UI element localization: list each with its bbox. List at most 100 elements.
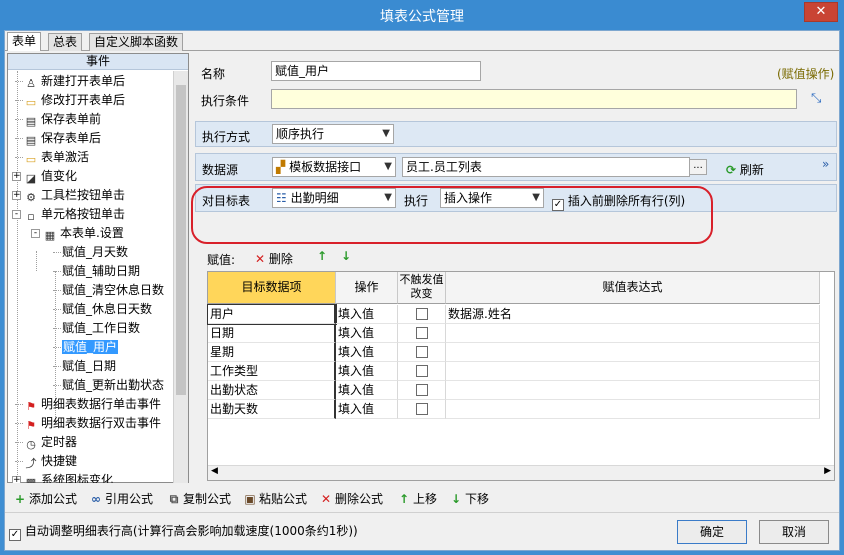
move-down-button[interactable]: ↓ 下移 [449,490,489,507]
grid-cell-expression[interactable] [446,381,820,400]
tree-item[interactable]: 赋值_用户 [62,338,119,357]
copy-formula-label: 复制公式 [183,492,232,506]
tree-item[interactable]: ▩ 系统图标变化 [24,471,113,483]
grid-cell-expression[interactable] [446,324,820,343]
assign-delete-button[interactable]: ✕ 删除 [255,250,293,267]
refresh-button[interactable]: ⟳ 刷新 [726,161,764,178]
grid-horizontal-scrollbar[interactable]: ◀ ▶ [208,465,834,480]
scroll-right-icon[interactable]: ▶ [824,466,831,476]
data-source-panel: 数据源 ▞ 模板数据接口 ▼ 员工.员工列表 ... ⟳ 刷新 » [195,153,837,181]
grid-cell-no-trigger[interactable] [398,362,446,381]
tree-item[interactable]: ▭ 表单激活 [24,148,89,167]
system-icon: ▩ [25,476,37,483]
ok-button[interactable]: 确定 [677,520,747,544]
cell-icon: ▫ [27,210,35,223]
arrow-up-icon: ↑ [398,492,410,506]
tree-item-label: 赋值_辅助日期 [62,264,141,278]
tab-custom-script[interactable]: 自定义脚本函数 [89,33,184,51]
grid-cell-expression[interactable] [446,343,820,362]
tree-expander-icon[interactable]: + [12,191,21,200]
value-change-icon: ◪ [25,172,37,185]
checkbox-unchecked-icon[interactable] [415,403,428,415]
grid-cell-operation[interactable]: 填入值 [336,305,398,324]
grid-cell-operation[interactable]: 填入值 [336,400,398,419]
grid-cell-operation[interactable]: 填入值 [336,343,398,362]
events-panel: 事件 ♙ 新建打开表单后 ▭ 修改打开表单后 ▤ 保存表单前 ▤ 保存表单后 ▭ 表单激活 + ◪ 值变… [7,53,189,483]
source-browse-button[interactable]: ... [689,159,707,175]
tree-expander-icon[interactable]: + [12,172,21,181]
collapse-icon[interactable]: » [822,157,829,171]
tree-item-label: 本表单.设置 [60,226,124,240]
tree-item[interactable]: 赋值_日期 [62,357,116,376]
move-down-icon[interactable]: ↓ [341,249,351,263]
grid-cell-no-trigger[interactable] [398,324,446,343]
add-formula-button[interactable]: + 添加公式 [13,490,77,507]
tree-item[interactable]: ⚑ 明细表数据行双击事件 [24,414,161,433]
reference-formula-button[interactable]: ∞ 引用公式 [89,490,153,507]
checkbox-unchecked-icon[interactable] [415,384,428,396]
cancel-button[interactable]: 取消 [759,520,829,544]
grid-cell-no-trigger[interactable] [398,343,446,362]
grid-cell-target[interactable]: 用户 [207,304,337,325]
tree-item[interactable]: ▦ 本表单.设置 [43,224,124,243]
grid-cell-expression[interactable] [446,400,820,419]
tree-scrollbar[interactable] [173,71,188,483]
grid-cell-operation[interactable]: 填入值 [336,381,398,400]
tree-item[interactable]: 赋值_清空休息日数 [62,281,164,300]
move-up-icon[interactable]: ↑ [317,249,327,263]
checkbox-unchecked-icon[interactable] [415,346,428,358]
checkbox-unchecked-icon[interactable] [415,327,428,339]
delete-formula-button[interactable]: ✕ 删除公式 [319,490,383,507]
tree-expander-icon[interactable]: + [12,476,21,483]
checkbox-unchecked-icon[interactable] [415,365,428,377]
expression-editor-icon[interactable]: ⤡ [811,91,821,106]
tree-item[interactable]: ◪ 值变化 [24,167,77,186]
paste-formula-button[interactable]: ▣ 粘贴公式 [243,490,307,507]
tree-item[interactable]: ▤ 保存表单前 [24,110,101,129]
grid-cell-expression[interactable] [446,362,820,381]
tree-item[interactable]: 赋值_休息日天数 [62,300,152,319]
tree-item[interactable]: 赋值_更新出勤状态 [62,376,164,395]
tree-item[interactable]: ⚑ 明细表数据行单击事件 [24,395,161,414]
grid-cell-target[interactable]: 星期 [208,343,336,362]
tree-item[interactable]: ◷ 定时器 [24,433,77,452]
source-type-select[interactable]: ▞ 模板数据接口 ▼ [272,157,396,177]
grid-cell-operation[interactable]: 填入值 [336,362,398,381]
tree-item[interactable]: ⚙ 工具栏按钮单击 [24,186,125,205]
tree-item[interactable]: ⤴ 快捷键 [24,452,78,471]
checkbox-unchecked-icon[interactable] [415,308,428,320]
grid-cell-target[interactable]: 出勤状态 [208,381,336,400]
tree-item[interactable]: ▤ 保存表单后 [24,129,101,148]
highlight-annotation [191,186,713,244]
source-input[interactable]: 员工.员工列表 [402,157,690,177]
close-button[interactable]: ✕ [804,2,838,22]
tree-item[interactable]: 赋值_辅助日期 [62,262,140,281]
tree-expander-icon[interactable]: - [31,229,40,238]
tab-summary[interactable]: 总表 [48,33,83,51]
tree-item[interactable]: ▫ 单元格按钮单击 [24,205,125,224]
grid-cell-no-trigger[interactable] [398,400,446,419]
move-up-button[interactable]: ↑ 上移 [397,490,437,507]
assignment-grid: 目标数据项 操作 不触发值改变 赋值表达式 用户 填入值 数据源.姓名 日期 填入值 星期… [207,271,835,481]
scroll-left-icon[interactable]: ◀ [211,466,218,476]
tree-item[interactable]: 赋值_月天数 [62,243,128,262]
auto-adjust-checkbox[interactable]: ✓ 自动调整明细表行高(计算行高会影响加载速度(1000条约1秒)) [9,522,358,541]
tree-item[interactable]: 赋值_工作日数 [62,319,140,338]
tree-expander-icon[interactable]: - [12,210,21,219]
tree-item[interactable]: ♙ 新建打开表单后 [24,72,125,91]
grid-cell-expression[interactable]: 数据源.姓名 [446,305,820,324]
copy-formula-button[interactable]: ⧉ 复制公式 [167,490,231,507]
name-input[interactable]: 赋值_用户 [271,61,481,81]
grid-cell-target[interactable]: 工作类型 [208,362,336,381]
condition-input[interactable] [271,89,797,109]
tree-item[interactable]: ▭ 修改打开表单后 [24,91,125,110]
mode-select[interactable]: 顺序执行 ▼ [272,124,394,144]
grid-cell-target[interactable]: 日期 [208,324,336,343]
grid-cell-target[interactable]: 出勤天数 [208,400,336,419]
tree-scrollbar-thumb[interactable] [176,85,186,395]
tab-form[interactable]: 表单 [7,32,42,51]
grid-cell-operation[interactable]: 填入值 [336,324,398,343]
grid-cell-no-trigger[interactable] [398,381,446,400]
folder-icon: ▭ [25,153,37,166]
grid-cell-no-trigger[interactable] [398,305,446,324]
